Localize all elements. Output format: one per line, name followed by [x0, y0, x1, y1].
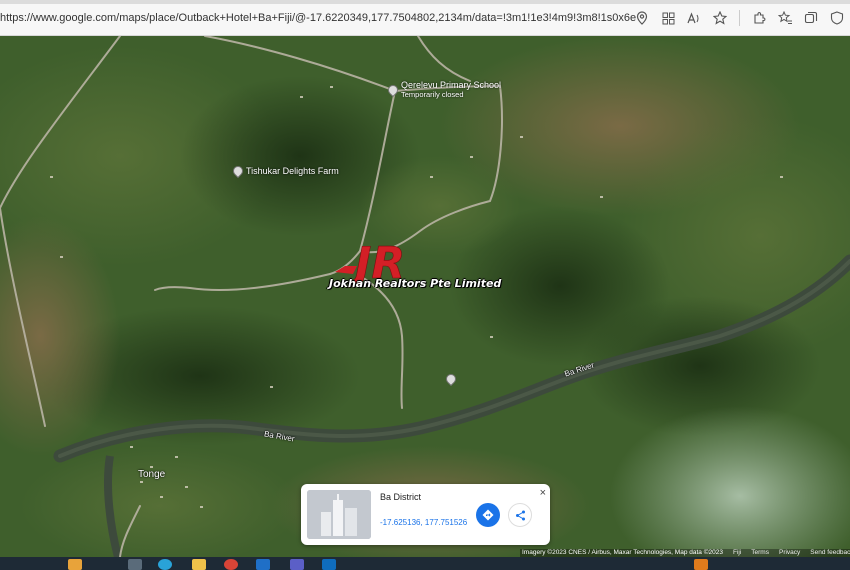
browser-essentials-icon[interactable]: [824, 6, 850, 30]
favorites-icon[interactable]: [772, 6, 798, 30]
company-watermark: Jokhan Realtors Pte Limited: [329, 277, 502, 290]
collections-icon[interactable]: [798, 6, 824, 30]
school-name: Qerelevu Primary School: [401, 80, 502, 90]
toolbar-divider: [739, 10, 740, 26]
extensions-icon[interactable]: [746, 6, 772, 30]
address-bar[interactable]: https://www.google.com/maps/place/Outbac…: [0, 8, 636, 28]
read-aloud-icon[interactable]: [681, 6, 707, 30]
edge-browser-icon[interactable]: [158, 559, 172, 570]
task-view-icon[interactable]: [128, 559, 142, 570]
location-icon[interactable]: [629, 6, 655, 30]
town-label: Tonge: [138, 469, 166, 480]
briefcase-icon[interactable]: [68, 559, 82, 570]
file-explorer-icon[interactable]: [192, 559, 206, 570]
apps-icon[interactable]: [655, 6, 681, 30]
farm-poi[interactable]: Tishukar Delights Farm: [230, 163, 339, 179]
outlook-icon[interactable]: [322, 559, 336, 570]
satellite-imagery: JR: [0, 36, 850, 557]
location-pin-icon: [443, 371, 459, 387]
word-icon[interactable]: [256, 559, 270, 570]
share-button[interactable]: [508, 503, 532, 527]
farm-pin-icon: [230, 163, 246, 179]
school-status: Temporarily closed: [401, 90, 464, 99]
place-thumbnail: [307, 490, 371, 539]
directions-button[interactable]: [476, 503, 500, 527]
farm-name: Tishukar Delights Farm: [246, 166, 339, 176]
school-pin-icon: [385, 82, 401, 98]
satellite-map[interactable]: JR Qerelevu Primary School Temporarily c…: [0, 36, 850, 557]
marker-poi[interactable]: [443, 371, 459, 387]
toolbar-icons: [629, 6, 850, 30]
os-taskbar: [0, 557, 850, 570]
school-poi[interactable]: Qerelevu Primary School Temporarily clos…: [385, 80, 502, 100]
close-card-button[interactable]: ×: [540, 487, 546, 499]
browser-toolbar: https://www.google.com/maps/place/Outbac…: [0, 0, 850, 36]
share-icon: [515, 510, 525, 520]
directions-icon: [482, 509, 494, 521]
tab-strip: [0, 0, 850, 4]
place-title: Ba District: [380, 492, 422, 502]
tray-app-icon[interactable]: [694, 559, 708, 570]
chrome-icon[interactable]: [224, 559, 238, 570]
place-info-card[interactable]: Ba District -17.625136, 177.751526 ×: [301, 484, 550, 545]
teams-icon[interactable]: [290, 559, 304, 570]
place-coordinates[interactable]: -17.625136, 177.751526: [380, 518, 467, 527]
favorite-star-icon[interactable]: [707, 6, 733, 30]
